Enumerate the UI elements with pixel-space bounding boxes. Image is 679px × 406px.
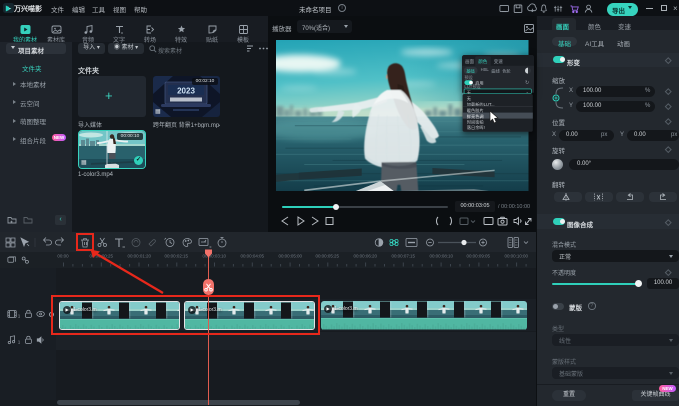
svg-text:1: 1 [18,313,21,318]
svg-text:2023: 2023 [177,87,195,96]
svg-text:1: 1 [18,339,21,344]
